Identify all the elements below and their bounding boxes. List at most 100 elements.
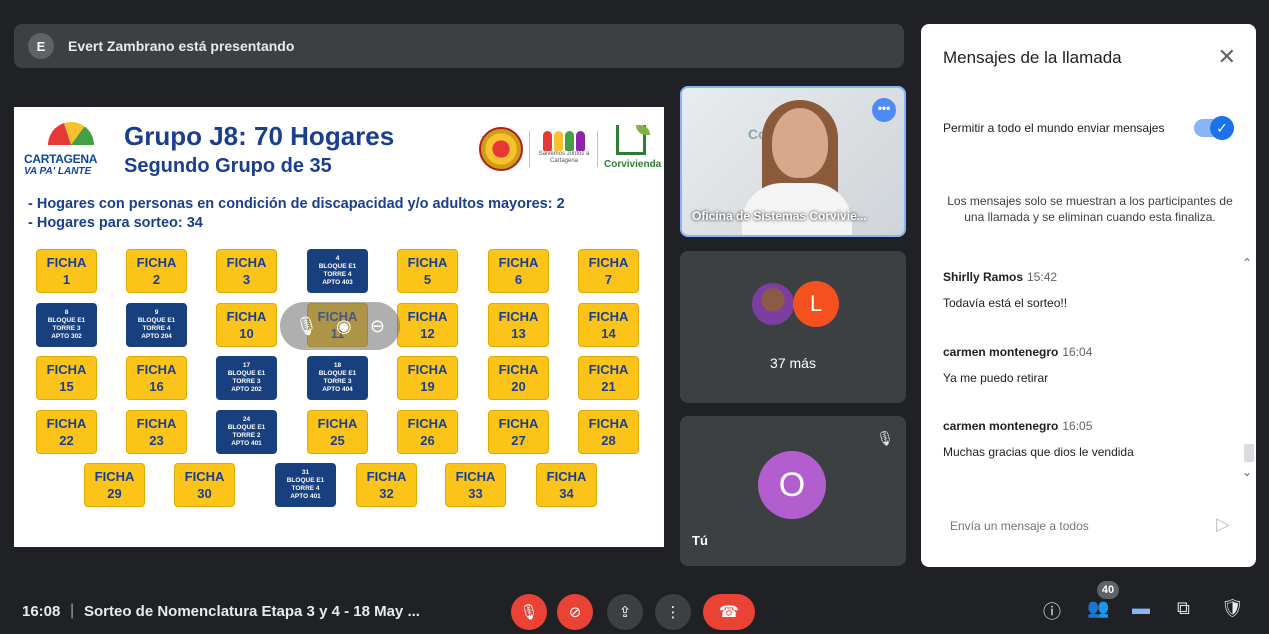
chat-notice: Los mensajes solo se muestran a los part… [947, 194, 1233, 224]
tile-line: BLOQUE E1 [286, 477, 325, 484]
mic-off-icon[interactable]: 🎙︎ [295, 316, 318, 337]
scroll-up-icon[interactable]: ⌃ [1242, 256, 1252, 270]
ficha-tile: FICHA 15 [36, 356, 97, 400]
tile-line: 33 [468, 486, 483, 501]
assigned-apartment-tile: 8 BLOQUE E1 TORRE 3 APTO 302 [36, 303, 97, 347]
tile-hover-controls[interactable]: 🎙︎ ◉ ⊖ [280, 302, 400, 350]
speaker-face [772, 108, 828, 178]
ficha-tile: FICHA 30 [174, 463, 235, 507]
corvivienda-text: Corvivienda [604, 159, 662, 170]
tile-line: FICHA [498, 416, 539, 431]
scrollbar-thumb[interactable] [1244, 444, 1254, 462]
ficha-tile: FICHA 16 [126, 356, 187, 400]
camera-off-icon: ⊘ [568, 604, 582, 621]
tile-line: FICHA [226, 255, 267, 270]
tile-line: FICHA [407, 416, 448, 431]
message-input-row: ▷ [933, 502, 1244, 550]
tile-line: TORRE 4 [291, 485, 320, 492]
tile-line: 25 [330, 433, 345, 448]
ficha-tile: FICHA 19 [397, 356, 458, 400]
tile-line: FICHA [136, 416, 177, 431]
tile-line: FICHA [46, 362, 87, 377]
chat-icon[interactable]: ▬ [1132, 598, 1150, 619]
tile-line: FICHA [588, 416, 629, 431]
tile-line: 16 [149, 379, 164, 394]
ficha-tile: FICHA 14 [578, 303, 639, 347]
allow-messages-toggle[interactable] [1194, 116, 1234, 140]
more-options-button[interactable]: ⋮ [655, 594, 691, 630]
ficha-tile: FICHA 28 [578, 410, 639, 454]
mic-off-icon: 🎙︎ [876, 430, 894, 446]
tile-line: 6 [514, 272, 523, 287]
tile-line: 21 [601, 379, 616, 394]
bullet-sorteo: - Hogares para sorteo: 34 [28, 215, 203, 231]
remove-icon[interactable]: ⊖ [370, 316, 385, 337]
camera-toggle-button[interactable]: ⊘ [557, 594, 593, 630]
tile-line: TORRE 3 [52, 325, 81, 332]
message-input[interactable] [933, 502, 1244, 550]
ficha-tile: FICHA 27 [488, 410, 549, 454]
slide-title: Grupo J8: 70 Hogares [124, 121, 395, 151]
tile-line: FICHA [588, 362, 629, 377]
present-button[interactable]: ⇪ [607, 594, 643, 630]
tile-line: FICHA [317, 416, 358, 431]
tile-line: APTO 403 [322, 279, 353, 286]
tile-line: 14 [601, 326, 616, 341]
tile-line: FICHA [498, 255, 539, 270]
tile-line: 7 [604, 272, 613, 287]
speaker-video-tile[interactable]: Cor ••• Oficina de Sistemas Corvivie... [680, 86, 906, 237]
ficha-tile: FICHA 34 [536, 463, 597, 507]
salvemos-text: Salvemos Juntos a Cartagena [538, 151, 590, 164]
chat-message: Shirlly Ramos 15:42 Todavía está el sorte… [943, 268, 1243, 310]
tile-line: TORRE 3 [232, 378, 261, 385]
self-tile[interactable]: 🎙︎ O Tú [680, 416, 906, 566]
presentation-slide: CARTAGENA VA PA' LANTE Grupo J8: 70 Hoga… [14, 107, 664, 547]
others-tile[interactable]: L 37 más [680, 251, 906, 403]
host-controls-icon[interactable]: 🛡︎ [1221, 598, 1244, 619]
tile-line: FICHA [184, 469, 225, 484]
ficha-tile: FICHA 3 [216, 249, 277, 293]
activities-icon[interactable]: ⧉ [1177, 598, 1190, 619]
tile-line: FICHA [46, 416, 87, 431]
tile-line: FICHA [136, 362, 177, 377]
salvemos-juntos-logo: Salvemos Juntos a Cartagena [534, 125, 594, 175]
tile-line: FICHA [407, 309, 448, 324]
tile-line: BLOQUE E1 [137, 317, 176, 324]
more-options-icon[interactable]: ••• [872, 98, 896, 122]
message-sender: carmen montenegro [943, 345, 1059, 359]
info-icon[interactable]: ⓘ [1043, 598, 1061, 624]
message-time: 15:42 [1027, 270, 1058, 284]
send-icon[interactable]: ▷ [1216, 514, 1230, 535]
present-icon: ⇪ [618, 604, 632, 621]
tile-line: FICHA [588, 255, 629, 270]
tile-line: TORRE 3 [323, 378, 352, 385]
mic-off-icon: 🎙︎ [519, 604, 539, 621]
close-icon[interactable]: ✕ [1218, 44, 1236, 70]
clock: 16:08 [22, 603, 61, 620]
tile-line: 24 [242, 416, 251, 423]
tile-line: 27 [511, 433, 526, 448]
tile-line: 12 [420, 326, 435, 341]
scroll-down-icon[interactable]: ⌄ [1242, 465, 1252, 479]
self-avatar: O [758, 451, 826, 519]
people-icon[interactable]: 👥 [1087, 598, 1109, 619]
tile-line: FICHA [498, 309, 539, 324]
ficha-tile: FICHA 25 [307, 410, 368, 454]
tile-line: APTO 401 [290, 493, 321, 500]
message-body: Muchas gracias que dios le vendida [943, 445, 1134, 459]
audio-icon[interactable]: ◉ [336, 316, 352, 337]
mic-toggle-button[interactable]: 🎙︎ [511, 594, 547, 630]
tile-line: 13 [511, 326, 526, 341]
message-body: Todavía está el sorteo!! [943, 296, 1068, 310]
ficha-tile: FICHA 6 [488, 249, 549, 293]
participants-badge: 40 [1097, 581, 1119, 599]
ficha-tile: FICHA 7 [578, 249, 639, 293]
tile-line: FICHA [366, 469, 407, 484]
participant-avatar-l: L [793, 281, 839, 327]
tile-line: BLOQUE E1 [227, 424, 266, 431]
tile-line: FICHA [94, 469, 135, 484]
tile-line: 31 [301, 469, 310, 476]
ficha-tile: FICHA 5 [397, 249, 458, 293]
tile-line: 3 [242, 272, 251, 287]
end-call-button[interactable]: ☎ [703, 594, 755, 630]
